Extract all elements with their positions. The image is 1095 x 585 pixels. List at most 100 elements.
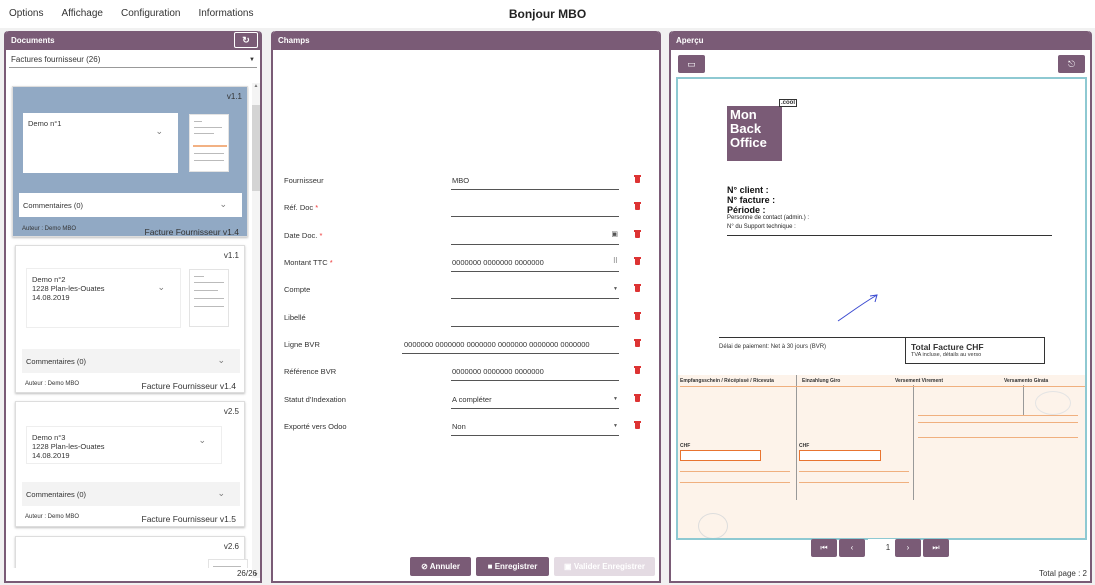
document-type: Facture Fournisseur v1.4 bbox=[144, 227, 239, 237]
field-label: Référence BVR bbox=[284, 367, 337, 376]
documents-title: Documents bbox=[11, 36, 55, 45]
period-label: Période : bbox=[727, 205, 766, 215]
delete-field-button[interactable] bbox=[634, 421, 641, 429]
total-box: Total Facture CHF TVA incluse, détails a… bbox=[905, 337, 1045, 364]
document-address: 1228 Plan-les-Ouates bbox=[32, 442, 105, 451]
caret-down-icon: ▼ bbox=[613, 286, 618, 292]
document-thumbnail[interactable] bbox=[208, 559, 248, 568]
scroll-up-icon[interactable]: ▲ bbox=[252, 83, 260, 89]
date-doc-input[interactable]: ▣ bbox=[451, 225, 619, 245]
refresh-button[interactable]: ↻ bbox=[234, 32, 258, 48]
last-page-button[interactable]: ⏭ bbox=[923, 539, 949, 557]
cancel-button[interactable]: ⊘ Annuler bbox=[410, 557, 471, 576]
field-label: Fournisseur bbox=[284, 176, 324, 185]
document-type: Facture Fournisseur v1.4 bbox=[141, 381, 236, 391]
first-page-icon: ⏮ bbox=[820, 543, 828, 552]
comments-label: Commentaires (0) bbox=[26, 490, 87, 499]
first-page-button[interactable]: ⏮ bbox=[811, 539, 837, 557]
document-thumbnail[interactable] bbox=[189, 269, 229, 327]
document-list: v1.1 Demo n°1 ⌄ Commentaires (0) ⌄ Auteu… bbox=[9, 83, 249, 568]
ref-doc-input[interactable] bbox=[451, 197, 619, 217]
document-name: Demo n°2 bbox=[32, 275, 66, 284]
document-list-scrollbar[interactable]: ▲ ▼ bbox=[252, 83, 260, 578]
preview-title: Aperçu bbox=[676, 36, 704, 45]
chevron-down-icon: ⌄ bbox=[217, 355, 225, 365]
currency-label: CHF bbox=[799, 443, 810, 449]
document-info[interactable]: Demo n°2 1228 Plan-les-Ouates 14.08.2019… bbox=[26, 268, 181, 328]
field-libelle: Libellé bbox=[284, 307, 644, 327]
fournisseur-input[interactable]: MBO bbox=[451, 170, 619, 190]
trash-icon bbox=[634, 175, 641, 183]
document-card[interactable]: v2.5 Demo n°3 1228 Plan-les-Ouates 14.08… bbox=[15, 401, 245, 527]
trash-icon bbox=[634, 202, 641, 210]
ligne-bvr-input[interactable]: 0000000 0000000 0000000 0000000 0000000 … bbox=[402, 334, 619, 354]
document-author: Auteur : Demo MBO bbox=[25, 514, 80, 520]
document-info[interactable]: Demo n°1 ⌄ bbox=[23, 113, 178, 173]
payment-slip: Empfangsschein / Récépissé / Ricevuta Ei… bbox=[678, 375, 1085, 538]
save-icon: ■ bbox=[487, 562, 493, 571]
reference-bvr-input[interactable]: 0000000 0000000 0000000 bbox=[451, 361, 619, 381]
chevron-left-icon: ‹ bbox=[850, 543, 854, 552]
statut-indexation-select[interactable]: A compléter ▼ bbox=[451, 389, 619, 409]
montant-ttc-input[interactable]: 0000000 0000000 0000000 ⠿ bbox=[451, 252, 619, 272]
document-filter-value: Factures fournisseur (26) bbox=[11, 55, 101, 64]
chevron-down-icon[interactable]: ⌄ bbox=[157, 283, 165, 292]
delete-field-button[interactable] bbox=[634, 175, 641, 183]
required-marker: * bbox=[319, 231, 323, 240]
comments-toggle[interactable]: Commentaires (0) ⌄ bbox=[19, 193, 242, 217]
delete-field-button[interactable] bbox=[634, 230, 641, 238]
document-name: Demo n°3 bbox=[32, 433, 66, 442]
total-title: Total Facture CHF bbox=[911, 342, 984, 352]
chevron-down-icon[interactable]: ⌄ bbox=[198, 436, 206, 445]
delete-field-button[interactable] bbox=[634, 366, 641, 374]
trash-icon bbox=[634, 394, 641, 402]
document-thumbnail[interactable] bbox=[189, 114, 229, 172]
field-label: Exporté vers Odoo bbox=[284, 422, 347, 431]
previous-page-button[interactable]: ‹ bbox=[839, 539, 865, 557]
document-version: v1.1 bbox=[226, 92, 242, 101]
delete-field-button[interactable] bbox=[634, 257, 641, 265]
delete-field-button[interactable] bbox=[634, 312, 641, 320]
slip-header: Versamento Girata bbox=[1004, 378, 1049, 384]
mbo-logo: Mon Back Office bbox=[727, 106, 782, 161]
validate-save-button[interactable]: ▣ Valider Enregistrer bbox=[554, 557, 655, 576]
delete-field-button[interactable] bbox=[634, 339, 641, 347]
exporte-odoo-select[interactable]: Non ▼ bbox=[451, 416, 619, 436]
field-montant-ttc: Montant TTC * 0000000 0000000 0000000 ⠿ bbox=[284, 252, 644, 272]
document-info[interactable]: Demo n°3 1228 Plan-les-Ouates 14.08.2019… bbox=[26, 426, 222, 464]
compte-select[interactable]: ▼ bbox=[451, 279, 619, 299]
field-date-doc: Date Doc. * ▣ bbox=[284, 225, 644, 245]
trash-icon bbox=[634, 257, 641, 265]
document-preview[interactable]: Mon Back Office .cool N° client : N° fac… bbox=[676, 77, 1087, 540]
document-filter-select[interactable]: Factures fournisseur (26) ▼ bbox=[9, 53, 257, 68]
libelle-input[interactable] bbox=[451, 307, 619, 327]
field-label: Ligne BVR bbox=[284, 340, 320, 349]
calendar-icon[interactable]: ▣ bbox=[611, 230, 618, 238]
trash-icon bbox=[634, 284, 641, 292]
field-ligne-bvr: Ligne BVR 0000000 0000000 0000000 000000… bbox=[284, 334, 644, 354]
refresh-icon: ↻ bbox=[242, 35, 250, 45]
comments-toggle[interactable]: Commentaires (0) ⌄ bbox=[22, 482, 240, 506]
keypad-icon[interactable]: ⠿ bbox=[613, 257, 618, 265]
open-external-button[interactable]: ⎋ bbox=[1058, 55, 1085, 73]
save-button[interactable]: ■ Enregistrer bbox=[476, 557, 549, 576]
validate-icon: ▣ bbox=[564, 562, 572, 571]
scrollbar-thumb[interactable] bbox=[252, 105, 260, 191]
comments-label: Commentaires (0) bbox=[26, 357, 87, 366]
cancel-icon: ⊘ bbox=[421, 562, 428, 571]
next-page-button[interactable]: › bbox=[895, 539, 921, 557]
comments-toggle[interactable]: Commentaires (0) ⌄ bbox=[22, 349, 240, 373]
field-exporte-odoo: Exporté vers Odoo Non ▼ bbox=[284, 416, 644, 436]
document-card[interactable]: v1.1 Demo n°2 1228 Plan-les-Ouates 14.08… bbox=[15, 245, 245, 393]
delete-field-button[interactable] bbox=[634, 284, 641, 292]
delete-field-button[interactable] bbox=[634, 394, 641, 402]
chevron-down-icon[interactable]: ⌄ bbox=[155, 127, 163, 136]
trash-icon bbox=[634, 312, 641, 320]
delete-field-button[interactable] bbox=[634, 202, 641, 210]
toggle-view-button[interactable]: ▭ bbox=[678, 55, 705, 73]
document-author: Auteur : Demo MBO bbox=[25, 381, 80, 387]
document-card[interactable]: v2.6 bbox=[15, 536, 248, 568]
document-card[interactable]: v1.1 Demo n°1 ⌄ Commentaires (0) ⌄ Auteu… bbox=[12, 86, 248, 237]
preview-header: Aperçu bbox=[671, 31, 1090, 50]
payment-terms: Délai de paiement: Net à 30 jours (BVR) bbox=[719, 344, 827, 350]
